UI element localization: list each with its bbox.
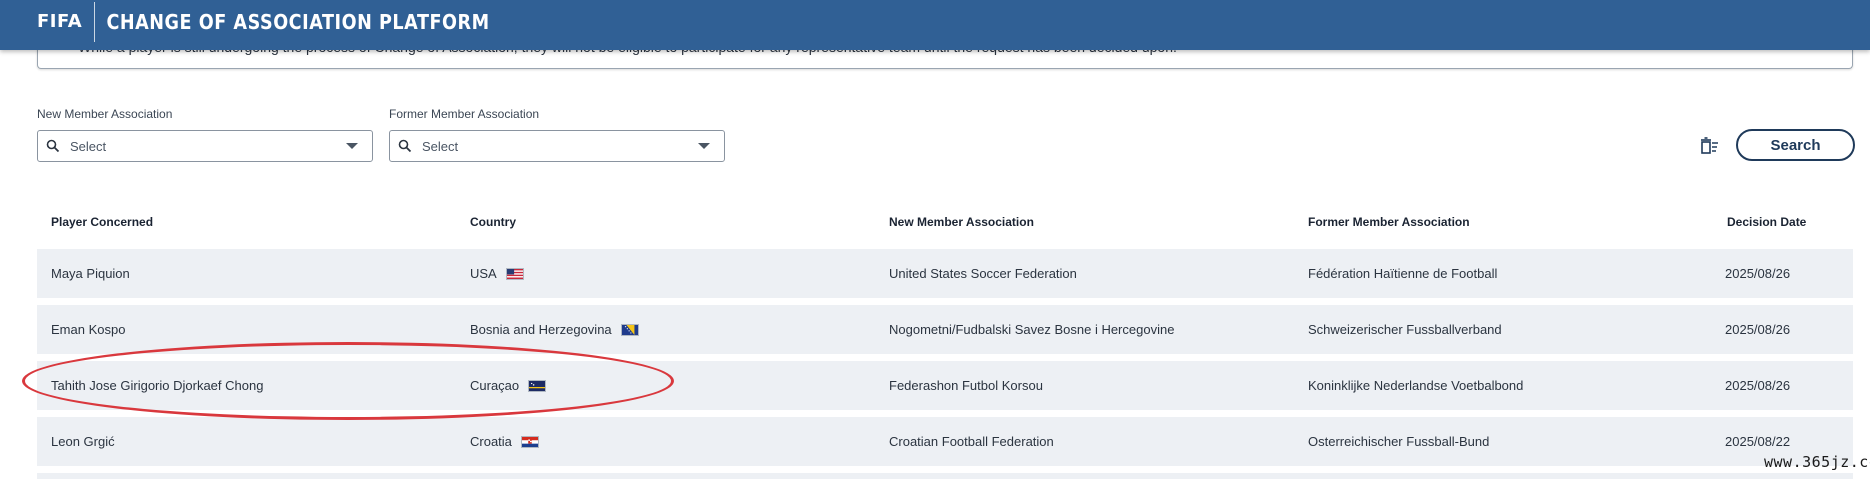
curacao-flag-icon	[528, 379, 547, 392]
chevron-down-icon	[346, 143, 358, 149]
player-cell: Eman Kospo	[51, 322, 126, 337]
column-header-decision-date[interactable]: Decision Date	[1727, 215, 1806, 229]
search-icon	[46, 139, 60, 153]
platform-title: CHANGE OF ASSOCIATION PLATFORM	[106, 10, 490, 34]
usa-flag-icon	[505, 267, 524, 280]
column-header-new-member-association[interactable]: New Member Association	[889, 215, 1034, 229]
new-member-association-cell: Croatian Football Federation	[889, 434, 1054, 449]
country-cell: USA	[470, 249, 524, 298]
country-name: Curaçao	[470, 378, 520, 393]
new-member-association-placeholder: Select	[70, 138, 107, 154]
country-cell: Curaçao	[470, 361, 547, 410]
decision-date-cell: 2025/08/26	[1725, 322, 1791, 337]
country-name: Bosnia and Herzegovina	[470, 322, 612, 337]
new-member-association-cell: United States Soccer Federation	[889, 266, 1077, 281]
chevron-down-icon	[698, 143, 710, 149]
search-icon	[398, 139, 412, 153]
decision-date-cell: 2025/08/26	[1725, 378, 1791, 393]
top-bar: FIFA CHANGE OF ASSOCIATION PLATFORM	[0, 0, 1870, 50]
former-member-association-cell: Fédération Haïtienne de Football	[1308, 266, 1498, 281]
watermark: www.365jz.com	[1764, 453, 1870, 471]
croatia-flag-icon	[520, 435, 539, 448]
player-cell: Leon Grgić	[51, 434, 115, 449]
player-cell: Tahith Jose Girigorio Djorkaef Chong	[51, 378, 264, 393]
new-member-association-label: New Member Association	[37, 107, 173, 121]
new-member-association-cell: Federashon Futbol Korsou	[889, 378, 1043, 393]
country-cell: Bosnia and Herzegovina	[470, 305, 639, 354]
former-member-association-label: Former Member Association	[389, 107, 540, 121]
player-cell: Maya Piquion	[51, 266, 130, 281]
country-cell: Croatia	[470, 417, 539, 466]
fifa-logo[interactable]: FIFA	[0, 5, 94, 45]
table-row[interactable]: Leon Grgić Croatia Croatian Football Fed…	[37, 417, 1853, 466]
column-header-country[interactable]: Country	[470, 215, 516, 229]
column-header-former-member-association[interactable]: Former Member Association	[1308, 215, 1470, 229]
table-row[interactable]: Maya Piquion USA United States Soccer Fe…	[37, 249, 1853, 298]
column-header-player[interactable]: Player Concerned	[51, 215, 153, 229]
bosnia-flag-icon	[620, 323, 639, 336]
table-row[interactable]: Eman Kospo Bosnia and Herzegovina Nogome…	[37, 305, 1853, 354]
former-member-association-cell: Osterreichischer Fussball-Bund	[1308, 434, 1490, 449]
new-member-association-cell: Nogometni/Fudbalski Savez Bosne i Herceg…	[889, 322, 1175, 337]
table-row	[37, 473, 1853, 479]
former-member-association-cell: Schweizerischer Fussballverband	[1308, 322, 1502, 337]
former-member-association-select[interactable]: Select	[389, 130, 725, 162]
new-member-association-select[interactable]: Select	[37, 130, 373, 162]
table-row[interactable]: Tahith Jose Girigorio Djorkaef Chong Cur…	[37, 361, 1853, 410]
former-member-association-cell: Koninklijke Nederlandse Voetbalbond	[1308, 378, 1524, 393]
country-name: USA	[470, 266, 497, 281]
decision-date-cell: 2025/08/26	[1725, 266, 1791, 281]
search-button[interactable]: Search	[1736, 129, 1855, 161]
country-name: Croatia	[470, 434, 512, 449]
clear-filters-icon[interactable]	[1700, 136, 1720, 156]
former-member-association-placeholder: Select	[422, 138, 459, 154]
